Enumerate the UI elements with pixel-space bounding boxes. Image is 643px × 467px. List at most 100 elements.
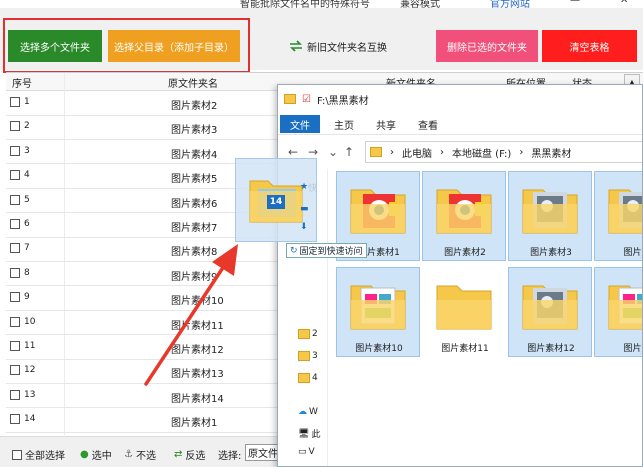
folder-tile[interactable]: 图片素材10 bbox=[336, 267, 420, 357]
up-icon[interactable]: ↑ bbox=[344, 145, 354, 159]
folder-tile-label: 图片素 bbox=[623, 248, 642, 258]
folder-tile-label: 图片素材12 bbox=[527, 344, 575, 354]
row-checkbox[interactable]: 10 bbox=[10, 316, 35, 327]
row-checkbox[interactable]: 2 bbox=[10, 121, 30, 132]
swap-names-button[interactable]: 新旧文件夹名互换 bbox=[289, 38, 387, 54]
nav-folder-4[interactable]: 4 bbox=[298, 373, 318, 383]
row-index: 13 bbox=[24, 389, 36, 400]
select-all-label: 全部选择 bbox=[25, 451, 65, 462]
folder-icon bbox=[298, 373, 310, 383]
path-title: F:\黑黑素材 bbox=[316, 95, 369, 107]
pin-tooltip: ↻ 固定到快速访问 bbox=[286, 243, 367, 258]
address-bar: ← → ⌄ ↑ › 此电脑 › 本地磁盘 (F:) › 黑黑素材 bbox=[278, 139, 642, 165]
forward-icon[interactable]: → bbox=[308, 145, 318, 159]
header-old-name: 原文件夹名 bbox=[168, 79, 218, 90]
nav-folder-2[interactable]: 2 bbox=[298, 329, 318, 339]
menu-file[interactable]: 文件 bbox=[280, 115, 320, 133]
row-old-name: 图片素材14 bbox=[171, 393, 224, 405]
folder-tile[interactable]: 图片素材12 bbox=[508, 267, 592, 357]
delete-selected-button[interactable]: 删除已选的文件夹 bbox=[436, 30, 538, 62]
nav-wps[interactable]: ☁ W bbox=[298, 407, 318, 417]
pin-icon: ↻ bbox=[290, 245, 298, 256]
explorer-window: ☑ F:\黑黑素材 文件 主页 共享 查看 ← → ⌄ ↑ › 此电脑 › 本地… bbox=[277, 84, 643, 467]
folder-tile-label: 图片素材11 bbox=[441, 344, 489, 354]
crumb-folder[interactable]: 黑黑素材 bbox=[531, 145, 571, 160]
row-checkbox[interactable]: 13 bbox=[10, 389, 36, 400]
folder-tile[interactable]: 图片素材3 bbox=[508, 171, 592, 261]
row-checkbox[interactable]: 6 bbox=[10, 219, 30, 229]
folder-tile-label: 图片素材10 bbox=[355, 344, 403, 354]
close-button[interactable]: ✕ bbox=[620, 0, 628, 6]
row-index: 1 bbox=[24, 97, 30, 107]
row-checkbox[interactable]: 3 bbox=[10, 145, 30, 156]
row-index: 5 bbox=[24, 194, 30, 205]
row-index: 8 bbox=[24, 267, 30, 278]
folder-tile[interactable]: 图片素材2 bbox=[422, 171, 506, 261]
swap-icon bbox=[290, 40, 302, 52]
row-checkbox[interactable]: 14 bbox=[10, 414, 35, 425]
nav-folder-3[interactable]: 3 bbox=[298, 351, 318, 361]
table-row[interactable]: 14 图片素材1 bbox=[6, 408, 296, 433]
table-row[interactable]: 1 图片素材2 bbox=[6, 91, 296, 116]
folder-icon bbox=[608, 285, 642, 330]
row-old-name: 图片素材3 bbox=[171, 125, 218, 137]
row-checkbox[interactable]: 4 bbox=[10, 170, 30, 181]
folder-icon bbox=[522, 189, 578, 234]
explorer-ribbon: 文件 主页 共享 查看 bbox=[278, 113, 642, 135]
arrow-annotation bbox=[144, 244, 238, 386]
menu-view[interactable]: 查看 bbox=[418, 117, 438, 132]
menu-share[interactable]: 共享 bbox=[376, 117, 396, 132]
official-site-link[interactable]: 官方网站 bbox=[490, 0, 530, 8]
row-checkbox[interactable]: 5 bbox=[10, 194, 30, 205]
row-checkbox[interactable]: 11 bbox=[10, 341, 35, 351]
row-index: 12 bbox=[24, 365, 36, 376]
folder-tile[interactable]: 图片素 bbox=[594, 171, 642, 261]
select-checked-button[interactable]: ● 选中 bbox=[80, 447, 112, 462]
folder-tile[interactable]: 图片素 bbox=[594, 267, 642, 357]
crumb-drive[interactable]: 本地磁盘 (F:) bbox=[452, 145, 511, 160]
compat-mode-checkbox[interactable]: 兼容模式 bbox=[400, 0, 440, 8]
checkbox-icon bbox=[10, 365, 20, 376]
chevron-down-icon[interactable]: ⌄ bbox=[328, 145, 338, 159]
menu-home[interactable]: 主页 bbox=[334, 117, 354, 132]
check-circle-icon: ● bbox=[80, 449, 89, 460]
checkbox-icon bbox=[10, 243, 20, 254]
row-old-name: 图片素材6 bbox=[171, 198, 218, 210]
row-checkbox[interactable]: 9 bbox=[10, 292, 30, 303]
anchor-icon: ⚓ bbox=[124, 449, 133, 460]
folder-tile-label: 图片素 bbox=[623, 344, 642, 354]
row-checkbox[interactable]: 12 bbox=[10, 365, 36, 376]
row-checkbox[interactable]: 8 bbox=[10, 267, 30, 278]
app-title: 智能批除文件名中的特殊符号 bbox=[240, 0, 370, 8]
table-row[interactable]: 2 图片素材3 bbox=[6, 115, 296, 140]
minimize-button[interactable]: — bbox=[570, 0, 580, 6]
folder-icon bbox=[370, 147, 382, 157]
checkbox-icon bbox=[10, 341, 20, 351]
row-index: 6 bbox=[24, 219, 30, 229]
row-index: 3 bbox=[24, 145, 30, 156]
row-old-name: 图片素材7 bbox=[171, 223, 218, 234]
row-checkbox[interactable]: 7 bbox=[10, 243, 30, 254]
select-all-checkbox[interactable]: 全部选择 bbox=[12, 447, 65, 462]
checkbox-icon bbox=[12, 449, 22, 460]
checkbox-icon bbox=[10, 292, 20, 303]
nav-this-pc[interactable]: 🖥 此 bbox=[298, 427, 320, 441]
nav-drive[interactable]: ▭ V bbox=[298, 447, 315, 457]
row-index: 4 bbox=[24, 170, 30, 181]
drive-icon: ▭ bbox=[298, 447, 307, 457]
folder-icon bbox=[436, 189, 492, 234]
checkbox-icon bbox=[10, 267, 20, 278]
clear-table-button[interactable]: 清空表格 bbox=[542, 30, 637, 62]
invert-button[interactable]: ⇄ 反选 bbox=[174, 447, 205, 462]
row-checkbox[interactable]: 1 bbox=[10, 97, 30, 107]
crumb-pc[interactable]: 此电脑 bbox=[402, 145, 432, 160]
folder-tile[interactable]: 图片素材11 bbox=[422, 267, 506, 357]
row-index: 9 bbox=[24, 292, 30, 303]
folder-tile-label: 图片素材2 bbox=[444, 248, 486, 258]
checkbox-icon bbox=[10, 170, 20, 181]
unselect-button[interactable]: ⚓ 不选 bbox=[124, 447, 156, 462]
breadcrumb[interactable]: › 此电脑 › 本地磁盘 (F:) › 黑黑素材 bbox=[365, 141, 642, 163]
back-icon[interactable]: ← bbox=[288, 145, 298, 159]
checkbox-icon bbox=[10, 194, 20, 205]
row-old-name: 图片素材4 bbox=[171, 149, 218, 161]
